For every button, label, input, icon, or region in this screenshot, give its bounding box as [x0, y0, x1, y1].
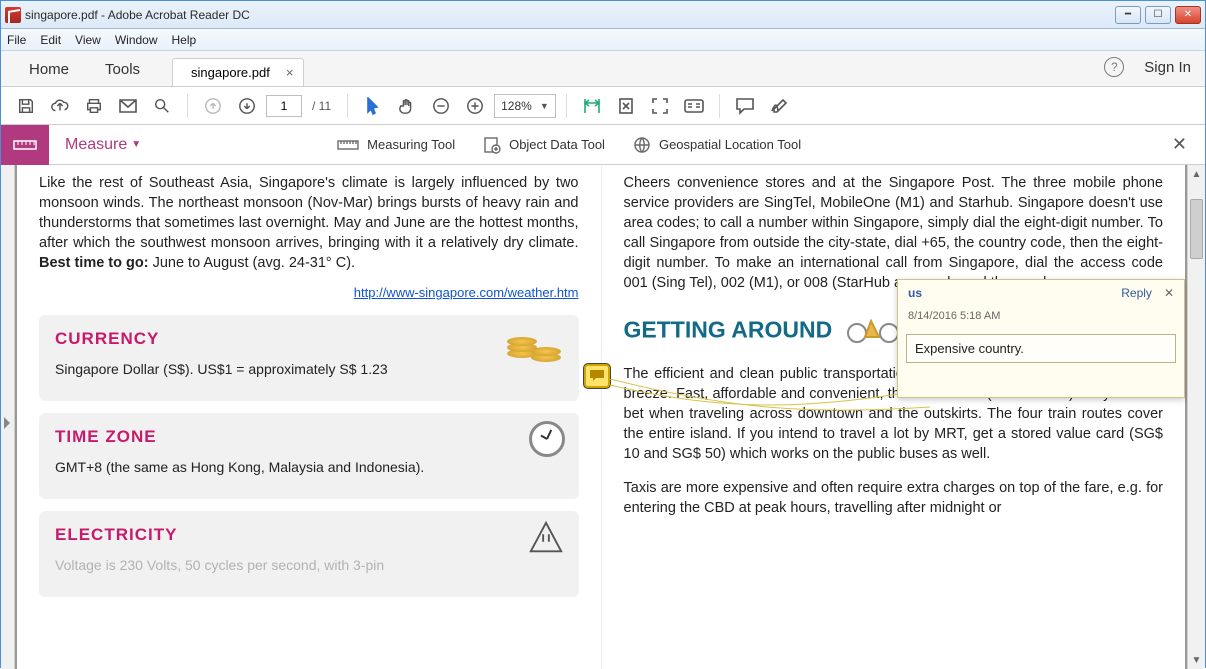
- measure-dropdown[interactable]: Measure ▼: [49, 136, 157, 154]
- timezone-body: GMT+8 (the same as Hong Kong, Malaysia a…: [55, 458, 563, 477]
- window-titlebar: singapore.pdf - Adobe Acrobat Reader DC …: [1, 1, 1205, 29]
- tab-tools[interactable]: Tools: [87, 53, 158, 86]
- toolbar-separator: [187, 94, 188, 118]
- fit-width-icon[interactable]: [577, 91, 607, 121]
- toolbar-separator: [566, 94, 567, 118]
- measure-toolbar: Measure ▼ Measuring Tool Object Data Too…: [1, 125, 1205, 165]
- expand-handle-icon: [4, 417, 10, 429]
- page-right-column: Cheers convenience stores and at the Sin…: [602, 165, 1186, 669]
- timezone-heading: TIME ZONE: [55, 425, 563, 448]
- maximize-button[interactable]: ☐: [1145, 6, 1171, 24]
- clock-icon: [529, 421, 565, 457]
- fullscreen-icon[interactable]: [645, 91, 675, 121]
- pdf-page: Like the rest of Southeast Asia, Singapo…: [17, 165, 1185, 669]
- menu-file[interactable]: File: [7, 33, 26, 47]
- coins-icon: [505, 323, 565, 363]
- next-page-icon[interactable]: [232, 91, 262, 121]
- sign-icon[interactable]: [764, 91, 794, 121]
- menu-bar: File Edit View Window Help: [1, 29, 1205, 51]
- phone-paragraph: Cheers convenience stores and at the Sin…: [624, 173, 1164, 293]
- geospatial-tool-label: Geospatial Location Tool: [659, 137, 801, 152]
- scroll-thumb[interactable]: [1190, 199, 1203, 259]
- main-toolbar: / 11 128% ▼: [1, 87, 1205, 125]
- page-left-column: Like the rest of Southeast Asia, Singapo…: [17, 165, 602, 669]
- email-icon[interactable]: [113, 91, 143, 121]
- comment-author: us: [908, 286, 922, 300]
- chevron-down-icon: ▼: [131, 139, 141, 150]
- scroll-track[interactable]: [1188, 183, 1205, 651]
- measuring-tool-button[interactable]: Measuring Tool: [337, 136, 455, 154]
- app-icon: [5, 7, 21, 23]
- window-title: singapore.pdf - Adobe Acrobat Reader DC: [25, 8, 1115, 22]
- sign-in-link[interactable]: Sign In: [1144, 59, 1191, 76]
- taxi-paragraph: Taxis are more expensive and often requi…: [624, 478, 1164, 518]
- comment-popup[interactable]: us Reply ✕ 8/14/2016 5:18 AM Expensive c…: [897, 279, 1185, 398]
- plug-icon: [527, 519, 565, 563]
- print-icon[interactable]: [79, 91, 109, 121]
- menu-help[interactable]: Help: [172, 33, 197, 47]
- vertical-scrollbar[interactable]: ▲ ▼: [1187, 165, 1205, 669]
- zoom-in-icon[interactable]: [460, 91, 490, 121]
- currency-body: Singapore Dollar (S$). US$1 = approximat…: [55, 360, 563, 379]
- electricity-heading: ELECTRICITY: [55, 523, 563, 546]
- hand-icon[interactable]: [392, 91, 422, 121]
- comment-timestamp: 8/14/2016 5:18 AM: [898, 306, 1184, 326]
- bike-icon: [845, 311, 901, 352]
- pointer-icon[interactable]: [358, 91, 388, 121]
- close-measure-icon[interactable]: ✕: [1172, 134, 1187, 155]
- fit-page-icon[interactable]: [611, 91, 641, 121]
- tab-document-label: singapore.pdf: [191, 65, 270, 80]
- scroll-up-icon[interactable]: ▲: [1188, 165, 1205, 183]
- sticky-note-icon[interactable]: [584, 364, 610, 388]
- zoom-out-icon[interactable]: [426, 91, 456, 121]
- toolbar-separator: [347, 94, 348, 118]
- measure-panel-icon[interactable]: [1, 125, 49, 165]
- save-icon[interactable]: [11, 91, 41, 121]
- electricity-body: Voltage is 230 Volts, 50 cycles per seco…: [55, 556, 563, 575]
- page-number-input[interactable]: [266, 95, 302, 117]
- electricity-card: ELECTRICITY Voltage is 230 Volts, 50 cyc…: [39, 511, 579, 597]
- cloud-upload-icon[interactable]: [45, 91, 75, 121]
- chevron-down-icon: ▼: [540, 101, 549, 111]
- currency-heading: CURRENCY: [55, 327, 563, 350]
- minimize-button[interactable]: ━: [1115, 6, 1141, 24]
- window-controls: ━ ☐ ✕: [1115, 6, 1201, 24]
- tab-home[interactable]: Home: [11, 53, 87, 86]
- zoom-level-select[interactable]: 128% ▼: [494, 94, 556, 118]
- object-data-tool-label: Object Data Tool: [509, 137, 605, 152]
- timezone-card: TIME ZONE GMT+8 (the same as Hong Kong, …: [39, 413, 579, 499]
- comment-icon[interactable]: [730, 91, 760, 121]
- scroll-down-icon[interactable]: ▼: [1188, 651, 1205, 669]
- weather-link[interactable]: http://www-singapore.com/weather.htm: [354, 285, 579, 300]
- geospatial-tool-button[interactable]: Geospatial Location Tool: [633, 136, 801, 154]
- page-total-label: / 11: [306, 99, 337, 113]
- search-icon[interactable]: [147, 91, 177, 121]
- tab-document[interactable]: singapore.pdf ×: [172, 58, 304, 86]
- page-canvas[interactable]: Like the rest of Southeast Asia, Singapo…: [15, 165, 1187, 669]
- measure-label-text: Measure: [65, 136, 127, 154]
- comment-text-input[interactable]: Expensive country.: [906, 334, 1176, 363]
- tab-close-icon[interactable]: ×: [286, 65, 294, 80]
- help-icon[interactable]: ?: [1104, 57, 1124, 77]
- zoom-value: 128%: [501, 99, 532, 113]
- comment-header: us Reply ✕: [898, 280, 1184, 306]
- object-data-tool-button[interactable]: Object Data Tool: [483, 136, 605, 154]
- comment-close-icon[interactable]: ✕: [1164, 286, 1174, 300]
- close-window-button[interactable]: ✕: [1175, 6, 1201, 24]
- menu-view[interactable]: View: [75, 33, 101, 47]
- currency-card: CURRENCY Singapore Dollar (S$). US$1 = a…: [39, 315, 579, 401]
- measuring-tool-label: Measuring Tool: [367, 137, 455, 152]
- read-mode-icon[interactable]: [679, 91, 709, 121]
- menu-window[interactable]: Window: [115, 33, 158, 47]
- menu-edit[interactable]: Edit: [40, 33, 61, 47]
- comment-reply-link[interactable]: Reply: [1121, 286, 1152, 300]
- left-panel-toggle[interactable]: [1, 165, 15, 669]
- prev-page-icon[interactable]: [198, 91, 228, 121]
- tab-row: Home Tools singapore.pdf × ? Sign In: [1, 51, 1205, 87]
- document-viewport: Like the rest of Southeast Asia, Singapo…: [1, 165, 1205, 669]
- toolbar-separator: [719, 94, 720, 118]
- climate-paragraph: Like the rest of Southeast Asia, Singapo…: [39, 173, 579, 273]
